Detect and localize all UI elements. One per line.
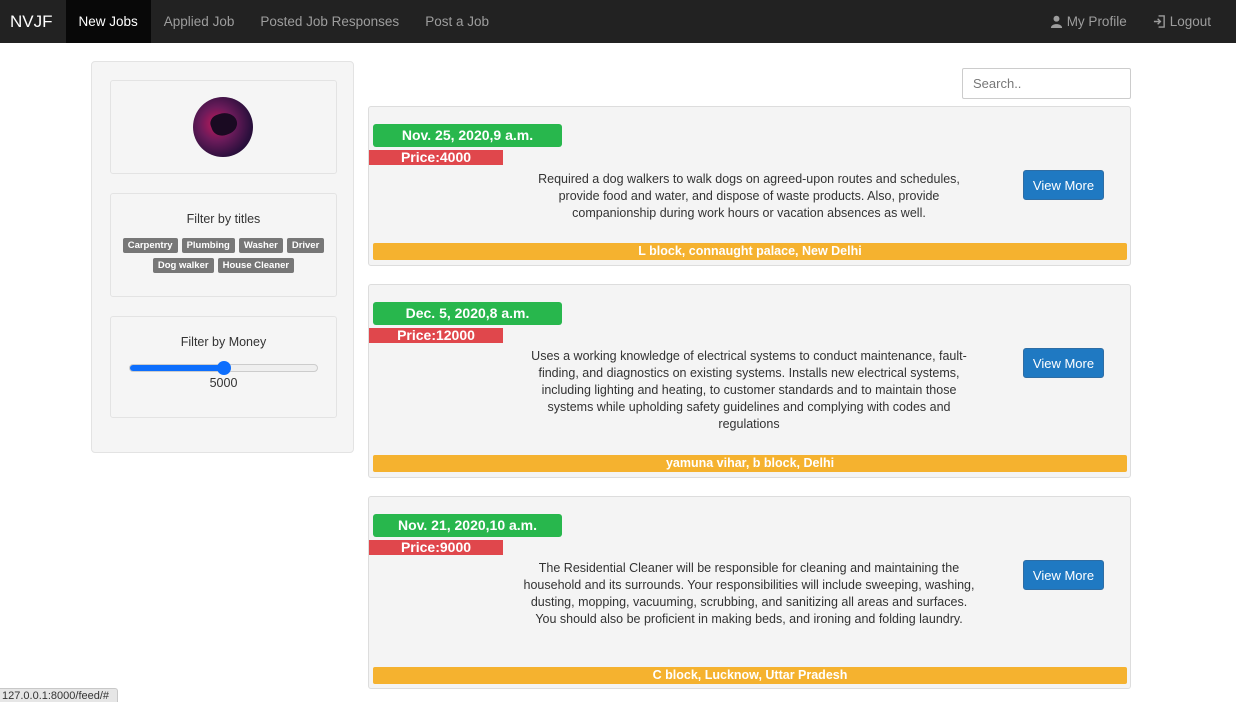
title-tag-list: Carpentry Plumbing Washer Driver Dog wal… — [111, 238, 336, 273]
top-navbar: NVJF New Jobs Applied Job Posted Job Res… — [0, 0, 1236, 43]
money-filter-heading: Filter by Money — [180, 335, 267, 349]
logout-label: Logout — [1169, 14, 1211, 29]
search-input[interactable] — [962, 68, 1131, 99]
money-filter-panel: Filter by Money 5000 — [110, 316, 337, 418]
job-description: Uses a working knowledge of electrical s… — [531, 349, 967, 431]
tag-dog-walker[interactable]: Dog walker — [152, 258, 214, 273]
money-slider[interactable] — [129, 361, 318, 375]
view-more-button[interactable]: View More — [1023, 560, 1104, 590]
view-more-button[interactable]: View More — [1023, 348, 1104, 378]
nav-right-group: My Profile Logout — [1037, 0, 1221, 43]
job-date-badge: Dec. 5, 2020,8 a.m. — [373, 302, 562, 325]
job-location-bar: L block, connaught palace, New Delhi — [373, 243, 1127, 260]
brand-logo[interactable]: NVJF — [0, 0, 66, 43]
nav-applied-job[interactable]: Applied Job — [151, 0, 248, 43]
job-location-bar: C block, Lucknow, Uttar Pradesh — [373, 667, 1127, 684]
avatar-panel — [110, 80, 337, 174]
view-more-button[interactable]: View More — [1023, 170, 1104, 200]
nav-posted-job-responses[interactable]: Posted Job Responses — [247, 0, 412, 43]
job-price-badge: Price:9000 — [369, 540, 503, 555]
nav-new-jobs[interactable]: New Jobs — [65, 0, 151, 43]
money-slider-value: 5000 — [209, 376, 238, 390]
tag-carpentry[interactable]: Carpentry — [122, 238, 178, 253]
job-date-badge: Nov. 25, 2020,9 a.m. — [373, 124, 562, 147]
nav-logout[interactable]: Logout — [1140, 0, 1221, 43]
job-description: Required a dog walkers to walk dogs on a… — [538, 172, 960, 220]
avatar[interactable] — [193, 97, 253, 157]
money-slider-thumb[interactable] — [216, 361, 231, 375]
browser-status-url: 127.0.0.1:8000/feed/# — [0, 688, 119, 702]
job-description: The Residential Cleaner will be responsi… — [523, 561, 975, 626]
filter-sidebar: Filter by titles Carpentry Plumbing Wash… — [91, 61, 354, 453]
nav-my-profile[interactable]: My Profile — [1037, 0, 1140, 43]
tag-washer[interactable]: Washer — [238, 238, 283, 253]
title-filter-heading: Filter by titles — [186, 212, 261, 226]
job-date-badge: Nov. 21, 2020,10 a.m. — [373, 514, 562, 537]
my-profile-label: My Profile — [1066, 14, 1127, 29]
job-location-bar: yamuna vihar, b block, Delhi — [373, 455, 1127, 472]
job-price-badge: Price:12000 — [369, 328, 503, 343]
tag-plumbing[interactable]: Plumbing — [181, 238, 235, 253]
job-card: Dec. 5, 2020,8 a.m. Price:12000 Uses a w… — [368, 284, 1131, 478]
money-slider-fill — [130, 365, 224, 371]
title-filter-panel: Filter by titles Carpentry Plumbing Wash… — [110, 193, 337, 297]
tag-driver[interactable]: Driver — [286, 238, 325, 253]
job-card: Nov. 25, 2020,9 a.m. Price:4000 Required… — [368, 106, 1131, 266]
job-price-badge: Price:4000 — [369, 150, 503, 165]
job-card: Nov. 21, 2020,10 a.m. Price:9000 The Res… — [368, 496, 1131, 689]
tag-house-cleaner[interactable]: House Cleaner — [217, 258, 295, 273]
logout-icon — [1153, 15, 1165, 28]
user-icon — [1050, 15, 1062, 28]
nav-post-a-job[interactable]: Post a Job — [412, 0, 502, 43]
